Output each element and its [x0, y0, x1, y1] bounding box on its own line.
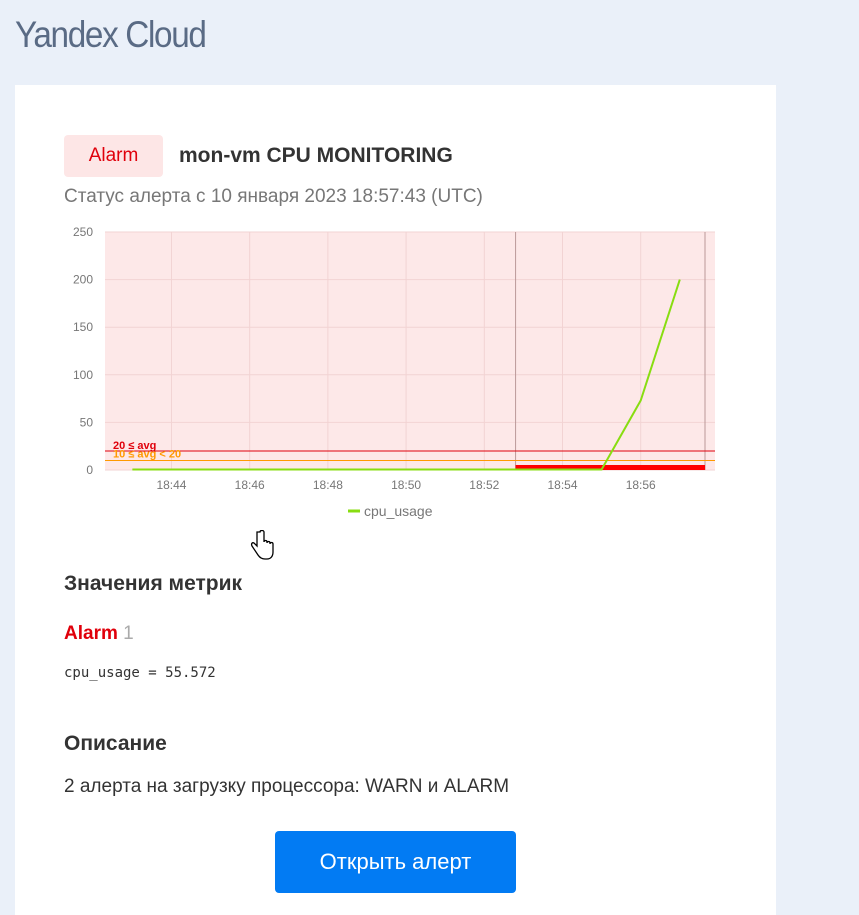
y-tick-label: 250: [73, 225, 93, 239]
legend-label: cpu_usage: [364, 503, 433, 519]
metrics-status-count: 1: [123, 623, 134, 644]
metrics-status: Alarm 1: [64, 623, 134, 645]
y-tick-label: 0: [86, 463, 93, 477]
alert-title: mon-vm CPU MONITORING: [179, 144, 453, 167]
x-tick-label: 18:54: [547, 478, 577, 492]
chart-alarm-background: [105, 232, 715, 470]
cpu-chart: 250 200 150 100 50 0 18:44 18:46 18:48 18:50 18:52…: [73, 225, 715, 519]
x-tick-label: 18:52: [469, 478, 499, 492]
description-text: 2 алерта на загрузку процессора: WARN и …: [64, 776, 510, 797]
yandex-cloud-logo: Yandex Cloud: [15, 14, 207, 55]
y-tick-label: 50: [80, 415, 94, 429]
x-tick-label: 18:48: [313, 478, 343, 492]
metrics-status-label: Alarm: [64, 623, 118, 644]
y-tick-label: 100: [73, 368, 93, 382]
y-tick-label: 200: [73, 273, 93, 287]
description-heading: Описание: [64, 732, 167, 755]
alert-header: Alarm mon-vm CPU MONITORING: [64, 135, 453, 177]
status-badge: Alarm: [64, 135, 163, 177]
x-tick-label: 18:46: [235, 478, 265, 492]
x-tick-label: 18:50: [391, 478, 421, 492]
alert-status-text: Статус алерта с 10 января 2023 18:57:43 …: [64, 186, 483, 207]
open-alert-button[interactable]: Открыть алерт: [275, 831, 516, 893]
hand-cursor-icon: [250, 530, 274, 560]
x-tick-label: 18:56: [626, 478, 656, 492]
threshold-label: 10 ≤ avg < 20: [113, 448, 181, 460]
metrics-heading: Значения метрик: [64, 572, 243, 595]
y-tick-label: 150: [73, 320, 93, 334]
alert-card: Alarm mon-vm CPU MONITORING Статус алерт…: [15, 85, 776, 915]
metric-value: cpu_usage = 55.572: [64, 665, 216, 681]
x-tick-label: 18:44: [156, 478, 186, 492]
